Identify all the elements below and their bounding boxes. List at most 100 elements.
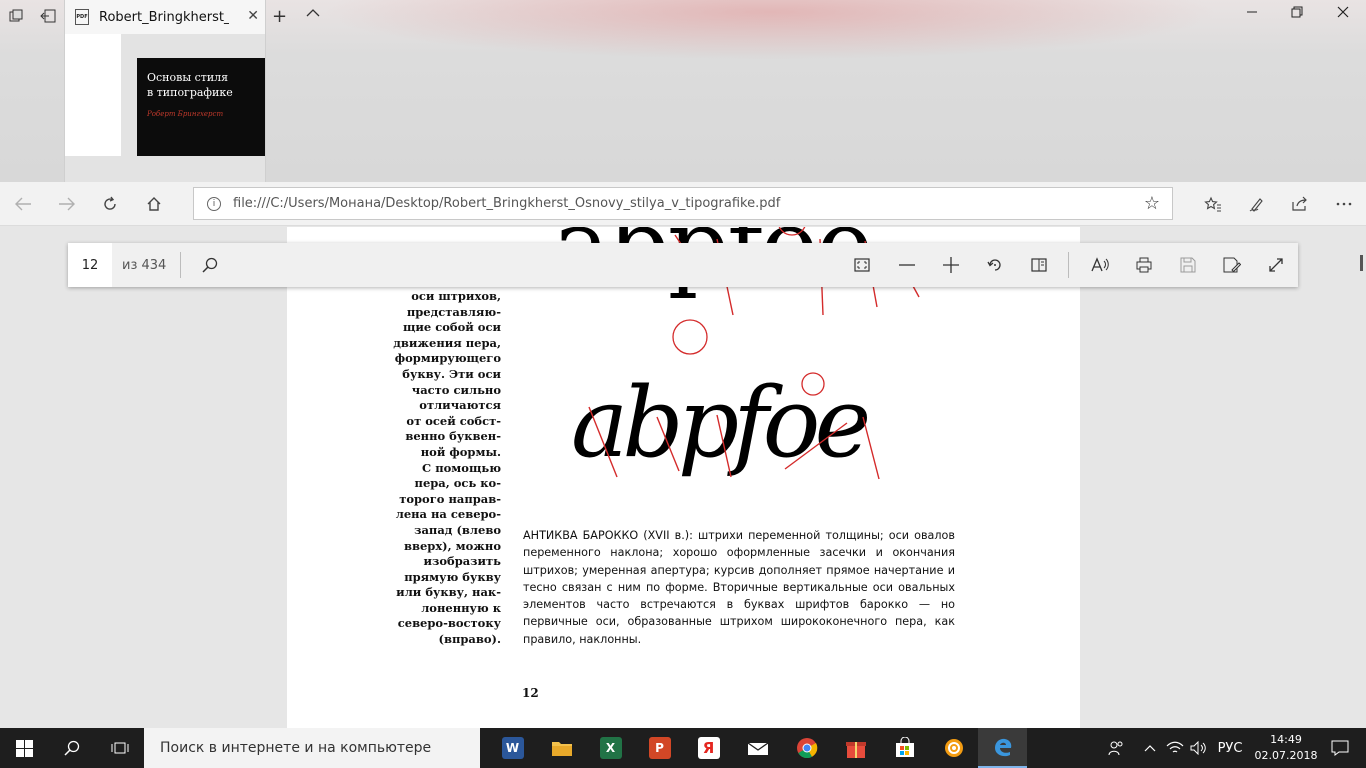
full-screen-icon[interactable] [1262, 251, 1290, 279]
excel-app[interactable]: X [586, 728, 635, 768]
search-taskbar-icon[interactable] [48, 728, 96, 768]
save-as-icon[interactable] [1218, 251, 1246, 279]
fit-to-page-icon[interactable] [848, 251, 876, 279]
read-aloud-icon[interactable] [1086, 251, 1114, 279]
forward-button[interactable] [52, 190, 82, 218]
page-count: из 434 [122, 257, 167, 273]
margin-note-line: С помощью [422, 460, 501, 475]
tab-manager-icon[interactable] [2, 4, 30, 28]
action-center-icon[interactable] [1320, 728, 1360, 768]
folder-icon [551, 742, 572, 756]
tab-header[interactable]: PDF Robert_Bringkherst_Osr ✕ [65, 0, 265, 34]
axis-line [588, 406, 618, 478]
preview-title-line-2: в типографике [147, 86, 233, 99]
mail-icon [747, 742, 768, 755]
tab-preview[interactable]: Основы стиля в типографике Роберт Брингх… [65, 34, 265, 182]
preview-blank-page [65, 34, 121, 156]
page-layout-icon[interactable] [1025, 251, 1053, 279]
powerpoint-app[interactable]: P [635, 728, 684, 768]
share-button[interactable] [1285, 190, 1315, 218]
show-tab-previews-icon[interactable] [306, 6, 320, 22]
margin-note-line: пера, ось ко- [414, 476, 501, 491]
home-button[interactable] [139, 190, 169, 218]
pdf-toolbar: 12 из 434 [68, 243, 1298, 287]
vertical-scrollbar[interactable] [1360, 255, 1363, 271]
new-tab-icon[interactable]: + [272, 6, 287, 27]
pdf-file-icon: PDF [75, 9, 89, 25]
title-bar: PDF Robert_Bringkherst_Osr ✕ Основы стил… [0, 0, 1366, 182]
close-window-icon[interactable] [1328, 6, 1358, 22]
zoom-out-icon[interactable] [893, 251, 921, 279]
volume-icon[interactable] [1188, 728, 1210, 768]
store-icon [895, 737, 914, 757]
figure-caption: АНТИКВА БАРОККО (XVII в.): штрихи переме… [523, 529, 955, 646]
margin-note-line: северо-востоку [397, 616, 501, 631]
chrome-app[interactable] [782, 728, 831, 768]
italic-axis-lines [588, 372, 880, 480]
tab-title: Robert_Bringkherst_Osr [99, 9, 229, 25]
tab-close-icon[interactable]: ✕ [247, 8, 259, 24]
toolbar-divider [180, 252, 181, 278]
show-hidden-icons-icon[interactable] [1140, 728, 1160, 768]
margin-note-line: движения пера, [393, 335, 501, 350]
tab-pdf[interactable]: PDF Robert_Bringkherst_Osr ✕ Основы стил… [64, 0, 266, 182]
refresh-button[interactable] [95, 190, 125, 218]
preview-title-line-1: Основы стиля [147, 71, 229, 84]
yandex-browser-app[interactable]: Я [684, 728, 733, 768]
network-icon[interactable] [1164, 728, 1186, 768]
margin-note-line: или букву, нак- [396, 585, 501, 600]
start-button[interactable] [0, 728, 48, 768]
margin-note-line: запад (влево [414, 522, 501, 537]
people-icon[interactable] [1104, 728, 1128, 768]
clock[interactable]: 14:49 02.07.2018 [1254, 732, 1318, 764]
site-info-icon[interactable]: i [207, 196, 221, 211]
set-tabs-aside-icon[interactable] [34, 4, 62, 28]
web-note-button[interactable] [1242, 190, 1272, 218]
margin-note-line: оси штрихов, [411, 289, 501, 303]
taskbar: Поиск в интернете и на компьютере W X P … [0, 728, 1366, 768]
find-icon[interactable] [196, 251, 224, 279]
task-view-icon[interactable] [96, 728, 144, 768]
file-explorer-app[interactable] [537, 728, 586, 768]
minimize-icon[interactable] [1237, 6, 1267, 22]
axis-line [656, 416, 680, 472]
axis-line [784, 422, 848, 470]
taskbar-search-box[interactable]: Поиск в интернете и на компьютере [144, 728, 480, 768]
yandex-icon: Я [697, 737, 720, 759]
chrome-icon [796, 738, 817, 759]
rotate-icon[interactable] [981, 251, 1009, 279]
zoom-in-icon[interactable] [937, 251, 965, 279]
input-language[interactable]: РУС [1212, 728, 1248, 768]
margin-note-line: прямую букву [404, 569, 501, 584]
serif-highlight-circle [778, 227, 806, 236]
serif-highlight-circle [801, 372, 825, 396]
margin-note-line: лоненную к [421, 600, 501, 615]
gift-app[interactable] [831, 728, 880, 768]
pdf-viewer[interactable]: abpfoe abpfoe оси штрихов,представл [0, 227, 1366, 728]
pdf-page[interactable]: abpfoe abpfoe оси штрихов,представл [287, 227, 1080, 728]
favorites-hub-button[interactable] [1198, 190, 1228, 218]
settings-app[interactable] [929, 728, 978, 768]
gear-icon [944, 739, 963, 757]
store-app[interactable] [880, 728, 929, 768]
mail-app[interactable] [733, 728, 782, 768]
more-menu-button[interactable] [1329, 190, 1359, 218]
save-icon[interactable] [1174, 251, 1202, 279]
restore-icon[interactable] [1282, 6, 1312, 22]
word-icon: W [501, 737, 524, 759]
margin-note-line: (вправо). [438, 632, 501, 647]
margin-note-line: щие собой оси [402, 320, 501, 335]
word-app[interactable]: W [488, 728, 537, 768]
favorite-star-icon[interactable]: ☆ [1144, 193, 1160, 214]
edge-icon [994, 738, 1011, 757]
page-number-input[interactable]: 12 [68, 243, 112, 287]
margin-note: оси штрихов, представляю-щие собой оси дви… [377, 289, 501, 648]
page-number: 12 [522, 686, 539, 700]
margin-note-line: вверх), можно [403, 538, 501, 553]
excel-icon: X [599, 737, 622, 759]
back-button[interactable] [8, 190, 38, 218]
print-icon[interactable] [1130, 251, 1158, 279]
margin-note-line: часто сильно [411, 382, 501, 397]
address-bar[interactable]: i file:///C:/Users/Монана/Desktop/Robert… [193, 187, 1173, 220]
edge-app[interactable] [978, 728, 1027, 768]
